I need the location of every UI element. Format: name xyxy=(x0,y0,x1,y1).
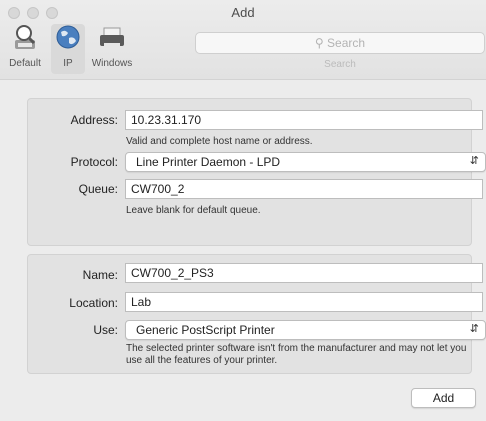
address-panel: Address: 10.23.31.170 Valid and complete… xyxy=(27,98,486,246)
address-hint: Valid and complete host name or address. xyxy=(126,136,313,147)
use-label: Use: xyxy=(93,323,118,337)
windows-printer-icon xyxy=(96,24,128,52)
updown-chevron-icon: ⇵ xyxy=(469,155,479,167)
globe-icon xyxy=(52,24,84,52)
search-label: Search xyxy=(324,59,356,70)
queue-field[interactable]: CW700_2 xyxy=(125,179,483,199)
location-label: Location: xyxy=(69,296,118,310)
queue-hint: Leave blank for default queue. xyxy=(126,205,261,216)
toolbar-ip-button[interactable]: IP xyxy=(51,24,85,74)
name-field[interactable]: CW700_2_PS3 xyxy=(125,263,483,283)
use-hint: The selected printer software isn't from… xyxy=(126,343,467,366)
default-printers-icon xyxy=(9,24,41,52)
use-value: Generic PostScript Printer xyxy=(136,323,275,337)
toolbar-default-label: Default xyxy=(9,58,41,69)
protocol-select[interactable]: Line Printer Daemon - LPD ⇵ xyxy=(125,152,486,172)
use-select[interactable]: Generic PostScript Printer ⇵ xyxy=(125,320,486,340)
address-label: Address: xyxy=(70,113,118,127)
toolbar-windows-button[interactable]: Windows xyxy=(88,24,136,74)
title-bar: Add Default IP Windows ⚲ Search Search xyxy=(0,0,486,80)
search-placeholder-text: Search xyxy=(327,36,366,50)
search-icon: ⚲ xyxy=(314,36,324,50)
address-field[interactable]: 10.23.31.170 xyxy=(125,110,483,130)
toolbar-ip-label: IP xyxy=(63,58,73,69)
queue-label: Queue: xyxy=(78,182,118,196)
toolbar-default-button[interactable]: Default xyxy=(2,24,48,74)
name-label: Name: xyxy=(82,268,118,282)
search-field[interactable]: ⚲ Search xyxy=(195,32,485,54)
protocol-value: Line Printer Daemon - LPD xyxy=(136,155,281,169)
search-placeholder: ⚲ Search xyxy=(196,36,484,50)
updown-chevron-icon: ⇵ xyxy=(469,323,479,335)
window-title: Add xyxy=(231,5,255,20)
printer-info-panel: Name: CW700_2_PS3 Location: Lab Use: Gen… xyxy=(27,254,486,374)
location-field[interactable]: Lab xyxy=(125,292,483,312)
add-button[interactable]: Add xyxy=(411,388,476,408)
protocol-label: Protocol: xyxy=(70,155,118,169)
toolbar-windows-label: Windows xyxy=(91,58,133,69)
